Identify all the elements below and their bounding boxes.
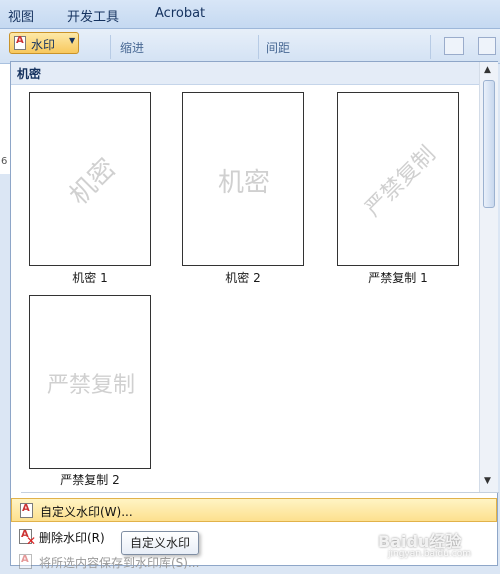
ribbon-separator <box>430 35 431 59</box>
watermark-icon <box>20 503 33 518</box>
menu-divider <box>21 492 499 493</box>
ribbon-separator <box>110 35 111 59</box>
tab-acrobat[interactable]: Acrobat <box>155 6 205 21</box>
watermark-thumbnail[interactable]: 机密 <box>182 92 304 266</box>
watermark-preview-text: 严禁复制 <box>46 373 135 398</box>
custom-watermark-item[interactable]: 自定义水印(W)... <box>11 498 497 522</box>
watermark-thumbnail[interactable]: 严禁复制 <box>29 295 151 469</box>
thumbnail-caption: 机密 1 <box>72 271 108 285</box>
thumbnail-caption: 严禁复制 2 <box>60 473 120 487</box>
watermark-button-label: 水印 <box>31 38 56 52</box>
section-title: 机密 <box>17 67 42 81</box>
delete-icon: ✕ <box>26 534 37 548</box>
menu-item-label: 将所选内容保存到水印库(S)... <box>39 556 200 570</box>
tab-developer[interactable]: 开发工具 <box>67 6 119 25</box>
scroll-up-icon[interactable]: ▲ <box>484 65 491 75</box>
ribbon-separator <box>258 35 259 59</box>
tab-view[interactable]: 视图 <box>8 6 34 25</box>
group-icon[interactable] <box>478 37 496 55</box>
watermark-button[interactable]: 水印 ▼ <box>9 32 79 54</box>
watermark-thumbnail[interactable]: 严禁复制 <box>337 92 459 266</box>
thumbnail-caption: 机密 2 <box>225 271 261 285</box>
menu-item-label: 删除水印(R) <box>39 531 105 545</box>
gallery-scrollbar[interactable]: ▲ ▼ <box>479 62 498 492</box>
spacing-label: 间距 <box>266 41 291 55</box>
indent-label: 缩进 <box>120 41 145 55</box>
scrollbar-thumb[interactable] <box>483 80 495 208</box>
watermark-preview-text: 机密 <box>63 152 122 211</box>
picture-icon[interactable] <box>444 37 464 55</box>
chevron-down-icon: ▼ <box>69 36 76 45</box>
site-watermark-url: jingyan.baidu.com <box>388 549 472 559</box>
ribbon-tab-bar: 视图 开发工具 Acrobat <box>0 0 500 29</box>
thumbnail-caption: 严禁复制 1 <box>368 271 428 285</box>
gallery-section-header: 机密 <box>11 62 497 85</box>
watermark-icon <box>19 554 32 569</box>
ruler-mark: 6 <box>1 156 8 167</box>
menu-item-label: 自定义水印(W)... <box>40 505 133 519</box>
watermark-thumbnail[interactable]: 机密 <box>29 92 151 266</box>
watermark-gallery-panel: 机密 机密 机密 1 机密 机密 2 严禁复制 严禁复制 1 严禁复制 严禁复制… <box>10 61 499 570</box>
scroll-down-icon[interactable]: ▼ <box>484 476 491 486</box>
watermark-preview-text: 机密 <box>217 167 270 198</box>
watermark-preview-text: 严禁复制 <box>360 141 441 222</box>
watermark-icon <box>14 35 26 50</box>
tooltip: 自定义水印 <box>121 531 200 555</box>
